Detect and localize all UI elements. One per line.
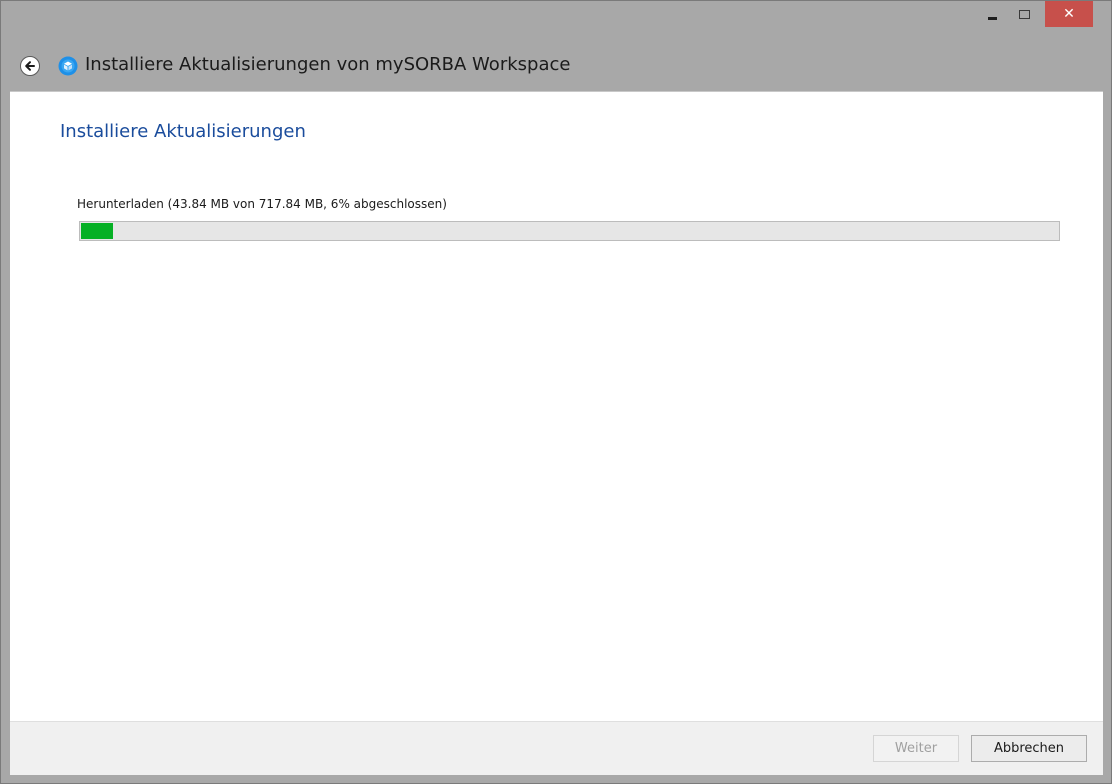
progress-fill (81, 223, 113, 239)
back-arrow-icon (25, 61, 35, 71)
download-status-text: Herunterladen (43.84 MB von 717.84 MB, 6… (77, 197, 447, 211)
close-icon: ✕ (1063, 6, 1075, 22)
close-button[interactable]: ✕ (1045, 1, 1093, 27)
minimize-icon (988, 17, 997, 20)
cancel-button[interactable]: Abbrechen (971, 735, 1087, 762)
maximize-icon (1018, 10, 1030, 19)
next-button[interactable]: Weiter (873, 735, 959, 762)
page-title: Installiere Aktualisierungen (60, 121, 306, 142)
minimize-button[interactable] (978, 1, 1007, 28)
header-bar: Installiere Aktualisierungen von mySORBA… (1, 41, 1111, 91)
mysorba-app-icon (58, 56, 78, 76)
installer-window: ✕ Installiere Aktualisierungen von mySOR… (0, 0, 1112, 784)
content-panel: Installiere Aktualisierungen Herunterlad… (10, 91, 1103, 721)
maximize-button[interactable] (1010, 1, 1038, 28)
download-progress-bar (79, 221, 1060, 241)
back-button[interactable] (20, 56, 40, 76)
window-title: Installiere Aktualisierungen von mySORBA… (85, 54, 571, 75)
app-icon (58, 56, 78, 76)
title-bar[interactable]: ✕ (1, 1, 1111, 37)
footer-bar: Weiter Abbrechen (10, 721, 1103, 775)
